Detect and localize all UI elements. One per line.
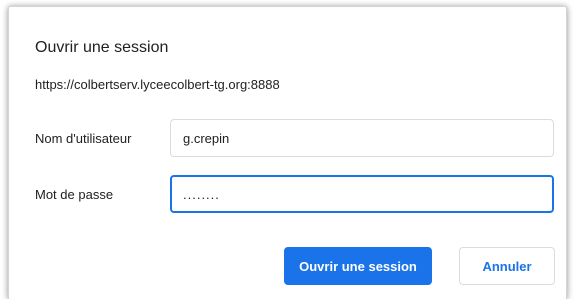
sign-in-dialog: Ouvrir une session https://colbertserv.l…	[8, 6, 567, 299]
screen: Ouvrir une session https://colbertserv.l…	[0, 0, 575, 299]
dialog-title: Ouvrir une session	[35, 39, 169, 56]
username-field[interactable]	[170, 119, 554, 157]
password-field[interactable]	[170, 175, 554, 213]
sign-in-button[interactable]: Ouvrir une session	[284, 247, 432, 285]
cancel-button[interactable]: Annuler	[459, 247, 555, 285]
password-label: Mot de passe	[35, 187, 114, 202]
site-origin: https://colbertserv.lyceecolbert-tg.org:…	[35, 77, 280, 92]
username-label: Nom d'utilisateur	[35, 131, 132, 146]
